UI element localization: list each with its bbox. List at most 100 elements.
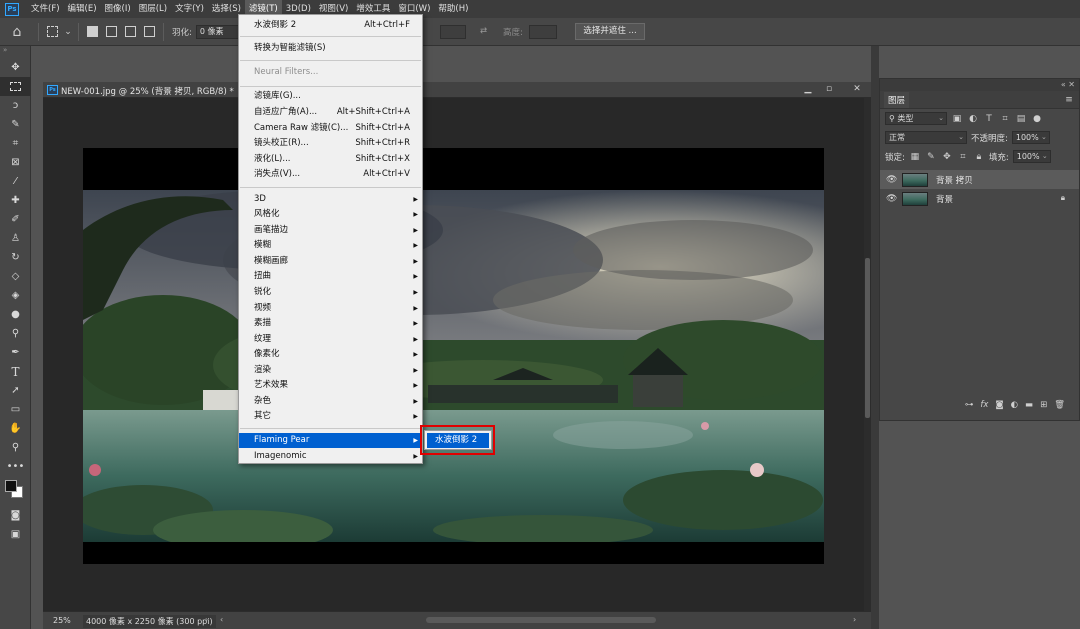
chevron-right-icon[interactable]: › (853, 615, 856, 624)
adjustment-filter-icon[interactable]: ◐ (967, 114, 979, 124)
menu-item-noise[interactable]: 杂色 ▶ (239, 394, 422, 409)
pixel-filter-icon[interactable]: ▣ (951, 114, 963, 124)
blur-tool-icon[interactable]: ● (0, 305, 31, 324)
zoom-tool-icon[interactable]: ⚲ (0, 438, 31, 457)
menu-layer[interactable]: 图层(L) (135, 0, 171, 18)
move-tool-icon[interactable]: ✥ (0, 58, 31, 77)
chevron-left-icon[interactable]: ‹ (220, 615, 223, 624)
crop-tool-icon[interactable]: ⌗ (0, 134, 31, 153)
healing-tool-icon[interactable]: ✚ (0, 191, 31, 210)
menu-item-sharpen[interactable]: 锐化 ▶ (239, 285, 422, 300)
menu-item-artistic[interactable]: 艺术效果 ▶ (239, 378, 422, 393)
menu-item-blur[interactable]: 模糊 ▶ (239, 238, 422, 253)
close-icon[interactable]: ✕ (849, 83, 865, 96)
menu-item-blur-gallery[interactable]: 模糊画廊 ▶ (239, 254, 422, 269)
marquee-preset-icon[interactable] (47, 26, 58, 37)
intersect-selection-icon[interactable] (144, 26, 155, 37)
horizontal-scroll-thumb[interactable] (426, 617, 656, 623)
menu-item-lens-correction[interactable]: 镜头校正(R)... Shift+Ctrl+R (239, 136, 422, 151)
eraser-tool-icon[interactable]: ◇ (0, 267, 31, 286)
menu-item-last-filter[interactable]: 水波倒影 2 Alt+Ctrl+F (239, 18, 422, 33)
menu-item-stylize[interactable]: 风格化 ▶ (239, 207, 422, 222)
chevron-right-icon[interactable]: › (205, 615, 208, 624)
menu-item-liquify[interactable]: 液化(L)... Shift+Ctrl+X (239, 152, 422, 167)
gradient-tool-icon[interactable]: ◈ (0, 286, 31, 305)
menu-item-other[interactable]: 其它 ▶ (239, 409, 422, 424)
quick-select-tool-icon[interactable]: ✎ (0, 115, 31, 134)
type-filter-icon[interactable]: T (983, 114, 995, 124)
collapse-icon[interactable]: » (0, 46, 30, 58)
new-selection-icon[interactable] (87, 26, 98, 37)
menu-image[interactable]: 图像(I) (101, 0, 135, 18)
fx-icon[interactable]: fx (980, 400, 988, 410)
menu-item-render[interactable]: 渲染 ▶ (239, 363, 422, 378)
home-icon[interactable]: ⌂ (0, 18, 34, 46)
height-input[interactable] (529, 25, 557, 39)
layer-kind-select[interactable]: ⚲ 类型 ⌄ (885, 112, 947, 125)
pen-tool-icon[interactable]: ✒ (0, 343, 31, 362)
more-tools-icon[interactable]: ••• (0, 457, 31, 476)
layer-row-background-copy[interactable]: 👁︎ 背景 拷贝 (880, 170, 1079, 189)
vertical-scroll-thumb[interactable] (865, 258, 870, 418)
minimize-icon[interactable]: ▁ (800, 83, 816, 96)
feather-input[interactable]: 0 像素 (195, 24, 244, 39)
frame-tool-icon[interactable]: ⊠ (0, 153, 31, 172)
lock-artboard-icon[interactable]: ⌗ (957, 152, 969, 162)
menu-edit[interactable]: 编辑(E) (64, 0, 101, 18)
menu-item-imagenomic[interactable]: Imagenomic ▶ (239, 449, 422, 464)
adjustment-layer-icon[interactable]: ◐ (1011, 400, 1018, 410)
type-tool-icon[interactable]: T (0, 362, 31, 381)
document-tab-title[interactable]: NEW-001.jpg @ 25% (背景 拷贝, RGB/8) * (61, 85, 234, 97)
new-group-icon[interactable]: ▬ (1025, 400, 1033, 410)
brush-tool-icon[interactable]: ✐ (0, 210, 31, 229)
color-swatches[interactable] (0, 476, 31, 506)
maximize-icon[interactable]: ▫ (821, 83, 837, 96)
vertical-scrollbar[interactable] (864, 98, 871, 611)
swap-icon[interactable]: ⇄ (480, 26, 487, 36)
lock-transparency-icon[interactable]: ▦ (909, 152, 921, 162)
menu-item-texture[interactable]: 纹理 ▶ (239, 332, 422, 347)
hand-tool-icon[interactable]: ✋ (0, 419, 31, 438)
menu-item-vanishing-point[interactable]: 消失点(V)... Alt+Ctrl+V (239, 167, 422, 182)
menu-item-flaming-pear[interactable]: Flaming Pear ▶ (239, 433, 422, 448)
add-mask-icon[interactable]: ◙ (995, 400, 1003, 410)
lasso-tool-icon[interactable]: ↄ (0, 96, 31, 115)
delete-layer-icon[interactable]: 🗑︎ (1054, 400, 1065, 410)
path-select-tool-icon[interactable]: ➚ (0, 381, 31, 400)
shape-tool-icon[interactable]: ▭ (0, 400, 31, 419)
eye-icon[interactable]: 👁︎ (886, 175, 898, 185)
quick-mask-icon[interactable]: ◙ (0, 506, 31, 525)
subtract-selection-icon[interactable] (125, 26, 136, 37)
chevron-down-icon[interactable]: ⌄ (62, 27, 74, 37)
menu-item-brush-strokes[interactable]: 画笔描边 ▶ (239, 223, 422, 238)
panel-menu-icon[interactable]: ≡ (1063, 95, 1075, 105)
new-layer-icon[interactable]: ⊞ (1040, 400, 1047, 410)
width-input[interactable] (440, 25, 466, 39)
lock-position-icon[interactable]: ✥ (941, 152, 953, 162)
opacity-input[interactable]: 100% ⌄ (1011, 131, 1050, 144)
screen-mode-icon[interactable]: ▣ (0, 525, 31, 544)
document-info[interactable]: 4000 像素 x 2250 像素 (300 ppi) (83, 615, 216, 628)
eyedropper-tool-icon[interactable]: ⁄ (0, 172, 31, 191)
collapse-panel-icon[interactable]: « ✕ (880, 79, 1079, 91)
eye-icon[interactable]: 👁︎ (886, 194, 898, 204)
layer-row-background[interactable]: 👁︎ 背景 🔒︎ (880, 189, 1079, 208)
dodge-tool-icon[interactable]: ⚲ (0, 324, 31, 343)
menu-item-distort[interactable]: 扭曲 ▶ (239, 269, 422, 284)
lock-all-icon[interactable]: 🔒︎ (973, 152, 985, 162)
foreground-color[interactable] (5, 480, 17, 492)
menu-item-video[interactable]: 视频 ▶ (239, 301, 422, 316)
menu-type[interactable]: 文字(Y) (171, 0, 208, 18)
menu-item-convert-smart-filter[interactable]: 转换为智能滤镜(S) (239, 41, 422, 56)
menu-item-adaptive-wide-angle[interactable]: 自适应广角(A)... Alt+Shift+Ctrl+A (239, 105, 422, 120)
filter-toggle-icon[interactable]: ● (1031, 114, 1043, 124)
canvas-image[interactable] (83, 190, 824, 542)
marquee-tool-icon[interactable] (0, 77, 31, 96)
select-and-mask-button[interactable]: 选择并遮住 ... (575, 23, 645, 40)
add-selection-icon[interactable] (106, 26, 117, 37)
stamp-tool-icon[interactable]: ♙ (0, 229, 31, 248)
zoom-level[interactable]: 25% (53, 616, 71, 625)
history-brush-tool-icon[interactable]: ↻ (0, 248, 31, 267)
menu-item-pixelate[interactable]: 像素化 ▶ (239, 347, 422, 362)
menu-help[interactable]: 帮助(H) (434, 0, 472, 18)
